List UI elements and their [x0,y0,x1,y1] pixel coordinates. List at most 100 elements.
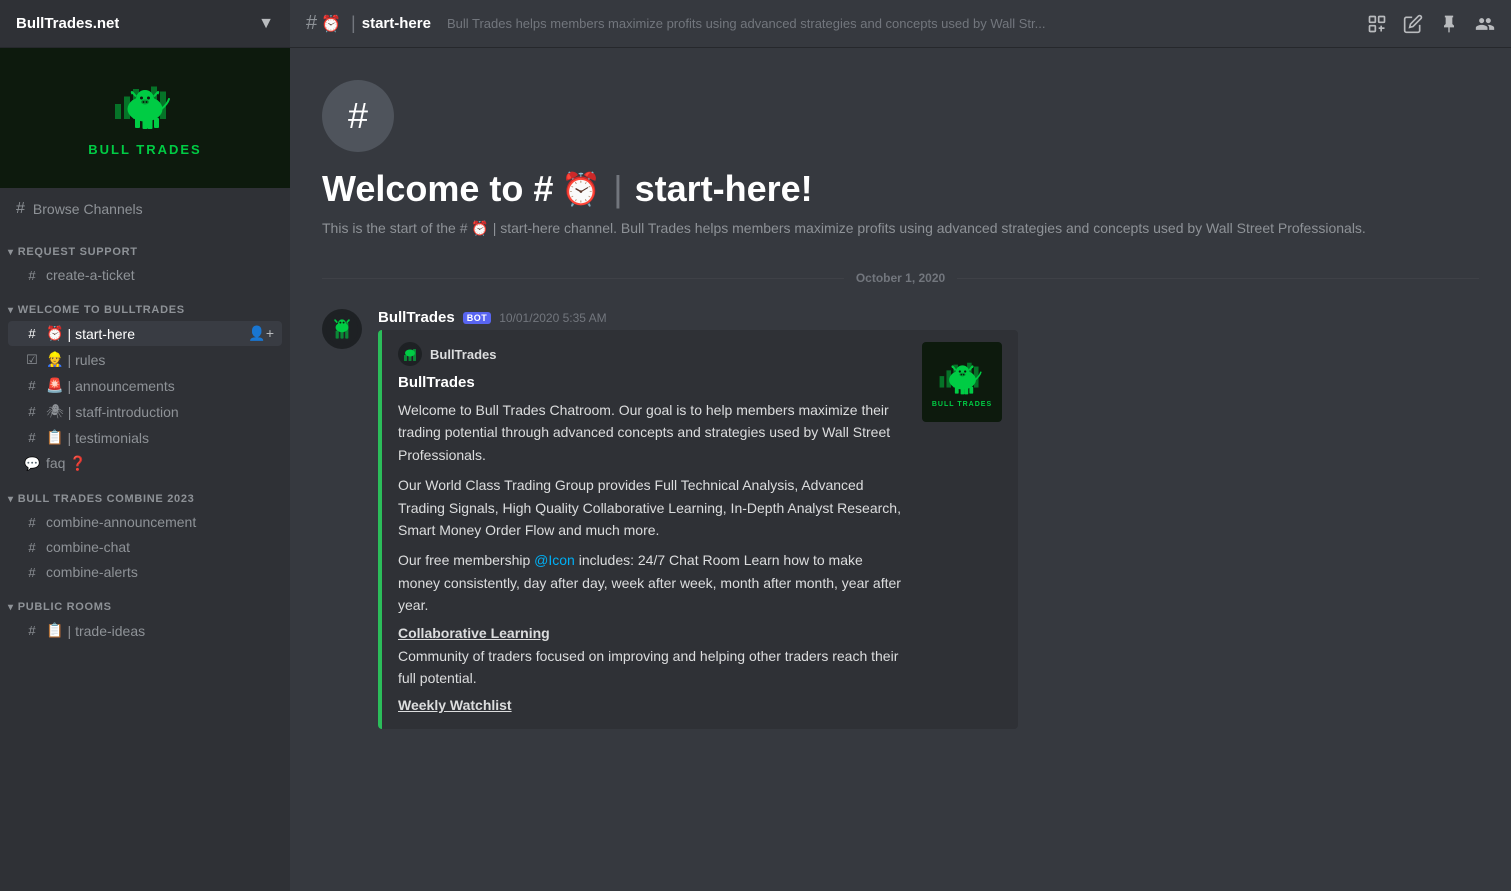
channel-combine-announcement[interactable]: # combine-announcement [8,510,282,534]
topbar-divider: | [351,13,356,34]
speech-icon: 💬 [24,456,40,472]
embed-desc-3: Our free membership @Icon includes: 24/7… [398,549,906,616]
channel-list: # Browse Channels ▾ REQUEST SUPPORT # cr… [0,188,290,891]
channel-pipe-separator: | [67,430,71,446]
category-combine-label: BULL TRADES COMBINE 2023 [18,493,195,505]
hash-icon: # [24,515,40,530]
main-content: # ⏰ | start-here Bull Trades helps membe… [290,0,1511,891]
embed-icon-link[interactable]: @Icon [534,552,575,568]
category-public-label: PUBLIC ROOMS [18,601,112,613]
channel-name: rules [75,352,105,368]
checkbox-icon: ☑ [24,352,40,368]
embed-section-2-title: Weekly Watchlist [398,697,906,713]
avatar-icon [326,313,358,345]
hash-icon: # [24,404,40,419]
channel-pipe-separator: | [68,404,72,420]
browse-channels-item[interactable]: # Browse Channels [0,192,290,226]
server-banner: BULL TRADES [0,48,290,188]
edit-icon[interactable] [1403,14,1423,34]
pin-icon[interactable] [1439,14,1459,34]
hash-icon: # [24,268,40,283]
embed-author-icon [398,342,422,366]
embed-author-name: BullTrades [430,347,496,362]
category-chevron-icon: ▾ [8,305,14,316]
embed-thumbnail-icon [935,357,990,399]
server-name: BullTrades.net [16,15,119,32]
topbar-hash-icon: # [306,12,317,35]
channel-name: combine-alerts [46,564,138,580]
add-member-icon[interactable]: 👤+ [248,325,274,342]
bot-badge: BOT [463,312,492,324]
welcome-emoji: ⏰ [561,170,601,208]
topbar-description: Bull Trades helps members maximize profi… [447,16,1367,31]
hash-icon: # [24,540,40,555]
announcements-emoji: 🚨 [46,377,63,394]
channel-name: trade-ideas [75,623,145,639]
channel-testimonials[interactable]: # 📋 | testimonials [8,425,282,450]
topbar: # ⏰ | start-here Bull Trades helps membe… [290,0,1511,48]
channel-pipe-separator: | [67,326,71,342]
welcome-pipe: | [613,168,622,210]
category-chevron-icon: ▾ [8,247,14,258]
topbar-alarm-emoji: ⏰ [321,14,341,34]
threads-icon[interactable] [1367,14,1387,34]
channel-content[interactable]: # Welcome to # ⏰ | start-here! This is t… [290,48,1511,891]
channel-combine-chat[interactable]: # combine-chat [8,535,282,559]
date-label: October 1, 2020 [844,271,957,285]
embed-thumbnail: BULL TRADES [922,342,1002,422]
channel-staff-introduction[interactable]: # 🕷 | staff-introduction [8,399,282,424]
browse-channels-label: Browse Channels [33,201,143,217]
welcome-prefix: Welcome to # [322,168,553,210]
channel-start-here[interactable]: # ⏰ | start-here 👤+ [8,321,282,346]
embed-desc-1: Welcome to Bull Trades Chatroom. Our goa… [398,399,906,466]
hash-icon: # [24,623,40,638]
server-logo: BULL TRADES [0,48,290,188]
avatar [322,309,362,349]
browse-channels-hash-icon: # [16,200,25,218]
embed-section-1-title: Collaborative Learning [398,625,906,641]
testimonials-emoji: 📋 [46,429,63,446]
hash-icon: # [24,565,40,580]
date-divider: October 1, 2020 [322,271,1479,285]
embed-desc-2: Our World Class Trading Group provides F… [398,474,906,541]
hash-icon: # [24,378,40,393]
channel-header-title: Welcome to # ⏰ | start-here! [322,168,1479,210]
members-icon[interactable] [1475,14,1495,34]
server-header[interactable]: BullTrades.net ▼ [0,0,290,48]
hash-icon: # [24,430,40,445]
staff-emoji: 🕷 [46,403,64,420]
category-request-support[interactable]: ▾ REQUEST SUPPORT [0,230,290,262]
category-welcome-label: WELCOME TO BULLTRADES [18,304,185,316]
trade-ideas-emoji: 📋 [46,622,63,639]
channel-pipe-separator: | [67,378,71,394]
channel-name: create-a-ticket [46,267,135,283]
channel-announcements[interactable]: # 🚨 | announcements [8,373,282,398]
channel-header: # Welcome to # ⏰ | start-here! This is t… [290,48,1511,255]
message-embed: BullTrades BullTrades Welcome to Bull Tr… [378,330,1018,729]
channel-trade-ideas[interactable]: # 📋 | trade-ideas [8,618,282,643]
channel-icon-hash: # [348,95,368,137]
welcome-suffix: start-here! [635,168,813,210]
category-chevron-icon: ▾ [8,494,14,505]
sidebar: BullTrades.net ▼ [0,0,290,891]
embed-desc-3-prefix: Our free membership [398,552,534,568]
category-combine-2023[interactable]: ▾ BULL TRADES COMBINE 2023 [0,477,290,509]
category-request-support-label: REQUEST SUPPORT [18,246,138,258]
server-dropdown-icon: ▼ [258,15,274,33]
channel-combine-alerts[interactable]: # combine-alerts [8,560,282,584]
start-here-emoji: ⏰ [46,325,63,342]
channel-pipe-separator: | [67,623,71,639]
channel-create-a-ticket[interactable]: # create-a-ticket [8,263,282,287]
category-welcome-bulltrades[interactable]: ▾ WELCOME TO BULLTRADES [0,288,290,320]
category-public-rooms[interactable]: ▾ PUBLIC ROOMS [0,585,290,617]
channel-name: staff-introduction [75,404,178,420]
channel-faq[interactable]: 💬 faq ❓ [8,451,282,476]
channel-name: combine-chat [46,539,130,555]
embed-title: BullTrades [398,374,906,391]
channel-name: start-here [75,326,135,342]
hash-icon: # [24,326,40,341]
embed-section-1-text: Community of traders focused on improvin… [398,645,906,690]
category-chevron-icon: ▾ [8,602,14,613]
channel-rules[interactable]: ☑ 👷 | rules [8,347,282,372]
bull-icon [110,79,180,134]
